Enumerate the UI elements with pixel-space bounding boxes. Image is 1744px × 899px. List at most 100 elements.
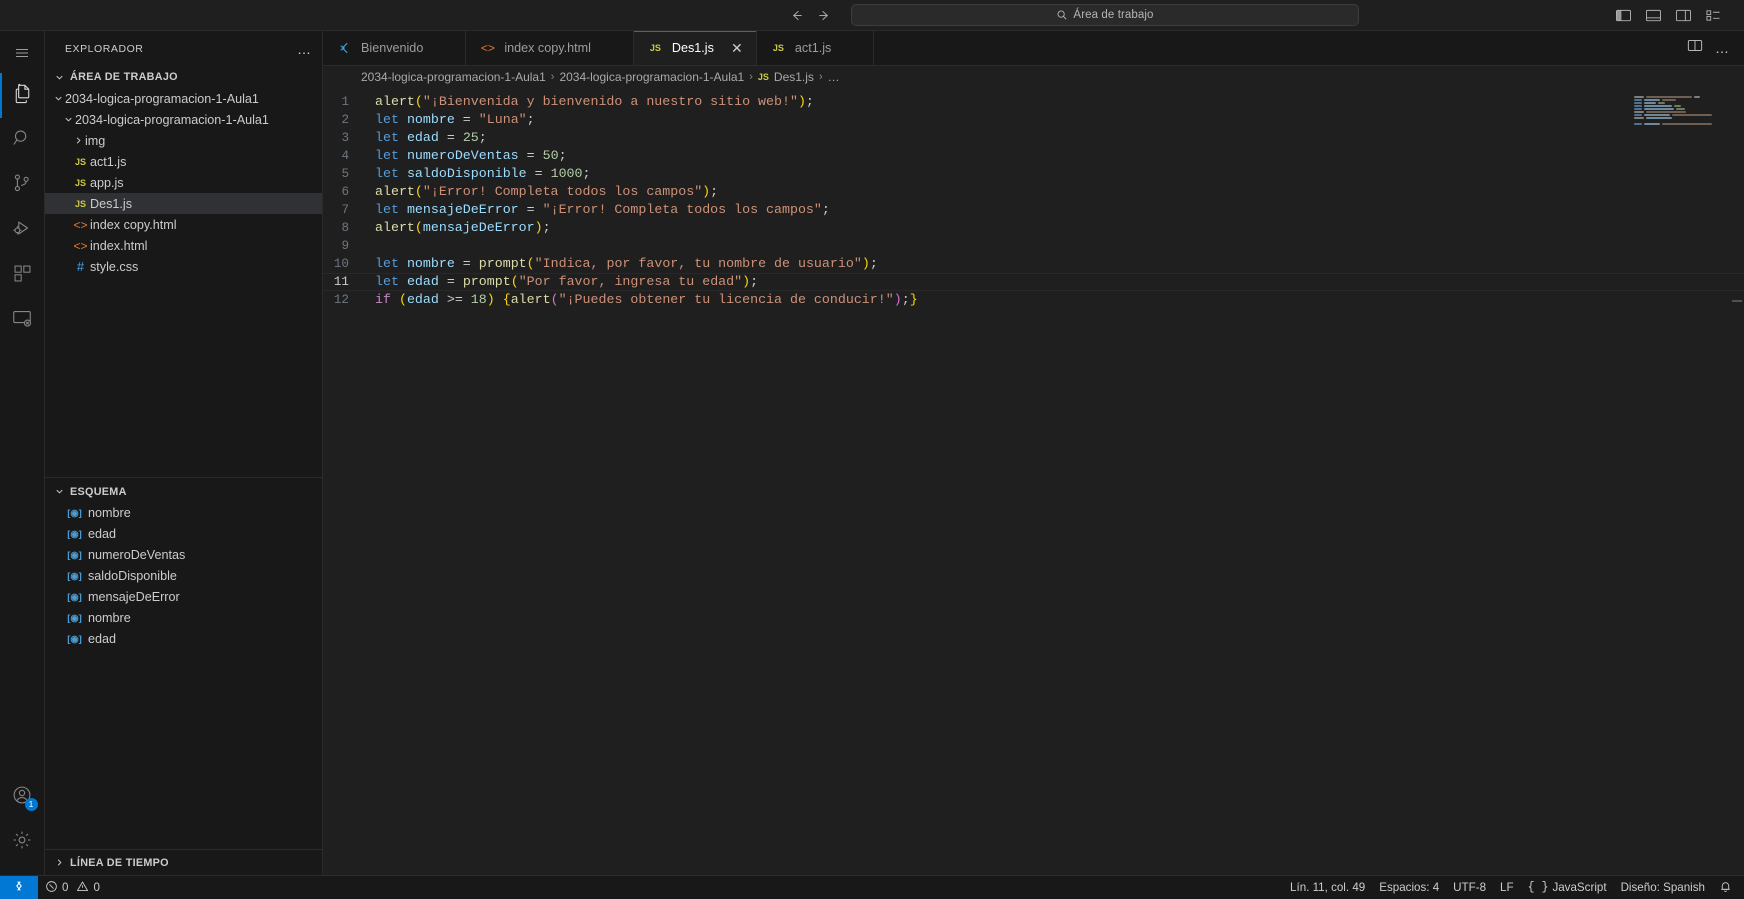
close-icon[interactable]: ✕ <box>729 41 745 55</box>
outline-item-edad[interactable]: [◉] edad <box>45 524 322 545</box>
sidebar-item-search[interactable] <box>0 118 45 163</box>
code-line[interactable]: 9 <box>323 237 1744 255</box>
outline-section-header[interactable]: ESQUEMA <box>45 481 322 503</box>
html-file-icon: <> <box>73 238 88 253</box>
editor-tab-act1-js[interactable]: JS act1.js <box>756 31 875 65</box>
code-editor[interactable]: 1 alert("¡Bienvenida y bienvenido a nuest… <box>323 88 1744 875</box>
accounts-button[interactable]: 1 <box>0 775 45 820</box>
tree-item-img[interactable]: img <box>45 130 322 151</box>
tab-label: Des1.js <box>671 41 714 55</box>
tree-item-index-copy-html[interactable]: <> index copy.html <box>45 214 322 235</box>
code-line[interactable]: 11 let edad = prompt("Por favor, ingresa … <box>323 273 1744 291</box>
encoding-status-item[interactable]: UTF-8 <box>1446 876 1493 899</box>
editor-vertical-scrollbar[interactable] <box>1730 88 1744 875</box>
sidebar-more-actions-icon[interactable]: … <box>297 42 312 56</box>
source-control-icon <box>11 172 33 199</box>
problems-status-item[interactable]: 0 0 <box>38 876 107 899</box>
breadcrumb-item[interactable]: 2034-logica-programacion-1-Aula1 <box>559 70 744 84</box>
outline-item-mensajedeerror[interactable]: [◉] mensajeDeError <box>45 587 322 608</box>
editor-tab-index-copy-html[interactable]: <> index copy.html <box>466 31 634 65</box>
indentation-status-item[interactable]: Espacios: 4 <box>1372 876 1446 899</box>
error-icon <box>45 880 58 896</box>
variable-symbol-icon: [◉] <box>67 528 82 540</box>
tree-item-label: act1.js <box>90 154 127 169</box>
sidebar-item-remote-explorer[interactable] <box>0 298 45 343</box>
sidebar-item-explorer[interactable] <box>0 73 45 118</box>
code-line[interactable]: 5 let saldoDisponible = 1000; <box>323 165 1744 183</box>
sidebar-item-extensions[interactable] <box>0 253 45 298</box>
timeline-section-header[interactable]: LÍNEA DE TIEMPO <box>45 849 322 875</box>
variable-symbol-icon: [◉] <box>67 612 82 624</box>
tab-label: index copy.html <box>504 41 591 55</box>
code-line[interactable]: 2 let nombre = "Luna"; <box>323 111 1744 129</box>
outline-item-nombre[interactable]: [◉] nombre <box>45 608 322 629</box>
tree-item-index-html[interactable]: <> index.html <box>45 235 322 256</box>
tree-item-app-js[interactable]: JS app.js <box>45 172 322 193</box>
split-editor-right-icon[interactable] <box>1687 38 1703 58</box>
tree-item-label: img <box>85 133 106 148</box>
code-line[interactable]: 7 let mensajeDeError = "¡Error! Completa … <box>323 201 1744 219</box>
back-button[interactable] <box>785 4 807 26</box>
outline-item-label: edad <box>88 527 117 541</box>
cursor-position-status-item[interactable]: Lín. 11, col. 49 <box>1283 876 1372 899</box>
tree-item-des1-js[interactable]: JS Des1.js <box>45 193 322 214</box>
tree-item-2034-logica-programacion-1-aula1[interactable]: 2034-logica-programacion-1-Aula1 <box>45 109 322 130</box>
forward-button[interactable] <box>813 4 835 26</box>
breadcrumb-item[interactable]: JS Des1.js <box>758 70 814 84</box>
code-line[interactable]: 6 alert("¡Error! Completa todos los campo… <box>323 183 1744 201</box>
workspace-section-header[interactable]: ÁREA DE TRABAJO <box>45 66 322 88</box>
outline-item-edad[interactable]: [◉] edad <box>45 629 322 650</box>
line-number: 2 <box>341 113 349 127</box>
sidebar-item-run-and-debug[interactable] <box>0 208 45 253</box>
breadcrumb-label: … <box>827 70 840 84</box>
eol-status-item[interactable]: LF <box>1493 876 1521 899</box>
sidebar-item-source-control[interactable] <box>0 163 45 208</box>
outline-item-saldodisponible[interactable]: [◉] saldoDisponible <box>45 566 322 587</box>
code-line[interactable]: 4 let numeroDeVentas = 50; <box>323 147 1744 165</box>
toggle-panel-icon[interactable] <box>1645 8 1662 23</box>
timeline-section-label: LÍNEA DE TIEMPO <box>70 856 169 869</box>
outline-item-label: numeroDeVentas <box>88 548 186 562</box>
code-line[interactable]: 8 alert(mensajeDeError); <box>323 219 1744 237</box>
remote-window-button[interactable] <box>0 875 38 899</box>
outline-item-nombre[interactable]: [◉] nombre <box>45 503 322 524</box>
tree-item-label: Des1.js <box>90 196 132 211</box>
breadcrumb-item[interactable]: … <box>828 70 840 84</box>
notifications-button[interactable] <box>1712 876 1744 899</box>
chevron-down-icon <box>51 72 67 83</box>
editor-tab-des1-js[interactable]: JS Des1.js ✕ <box>633 31 757 65</box>
toggle-secondary-sidebar-icon[interactable] <box>1675 8 1692 23</box>
sidebar-title: EXPLORADOR <box>65 42 144 55</box>
outline-item-label: nombre <box>88 611 131 625</box>
more-actions-icon[interactable]: … <box>1715 41 1730 55</box>
code-line[interactable]: 10 let nombre = prompt("Indica, por favor… <box>323 255 1744 273</box>
hamburger-menu-button[interactable] <box>0 37 45 73</box>
extensions-icon <box>12 263 33 289</box>
html-file-icon: <> <box>73 217 88 232</box>
editor-minimap[interactable] <box>1634 96 1730 130</box>
outline-item-label: mensajeDeError <box>88 590 180 604</box>
code-line[interactable]: 12 if (edad >= 18) {alert("¡Puedes obtene… <box>323 291 1744 309</box>
sidebar-title-bar: EXPLORADOR … <box>45 31 322 66</box>
breadcrumb-separator: › <box>550 71 555 83</box>
code-line[interactable]: 1 alert("¡Bienvenida y bienvenido a nuest… <box>323 93 1744 111</box>
run-debug-icon <box>11 217 33 244</box>
settings-button[interactable] <box>0 820 45 865</box>
outline-item-numerodeventas[interactable]: [◉] numeroDeVentas <box>45 545 322 566</box>
breadcrumb-item[interactable]: 2034-logica-programacion-1-Aula1 <box>361 70 546 84</box>
customize-layout-icon[interactable] <box>1705 8 1722 23</box>
vscode-logo-icon <box>335 41 354 55</box>
toggle-primary-sidebar-icon[interactable] <box>1615 8 1632 23</box>
command-center-search[interactable]: Área de trabajo <box>851 4 1359 26</box>
tree-item-2034-logica-programacion-1-aula1[interactable]: 2034-logica-programacion-1-Aula1 <box>45 88 322 109</box>
tree-item-style-css[interactable]: # style.css <box>45 256 322 277</box>
line-number: 5 <box>341 167 349 181</box>
line-content: let numeroDeVentas = 50; <box>375 148 567 163</box>
keyboard-layout-status-item[interactable]: Diseño: Spanish <box>1614 876 1712 899</box>
code-line[interactable]: 3 let edad = 25; <box>323 129 1744 147</box>
tree-item-act1-js[interactable]: JS act1.js <box>45 151 322 172</box>
code-content[interactable]: 1 alert("¡Bienvenida y bienvenido a nuest… <box>323 88 1744 309</box>
outline-section-label: ESQUEMA <box>70 485 127 498</box>
language-mode-status-item[interactable]: { } JavaScript <box>1521 876 1614 899</box>
editor-tab-bienvenido[interactable]: Bienvenido <box>323 31 467 65</box>
